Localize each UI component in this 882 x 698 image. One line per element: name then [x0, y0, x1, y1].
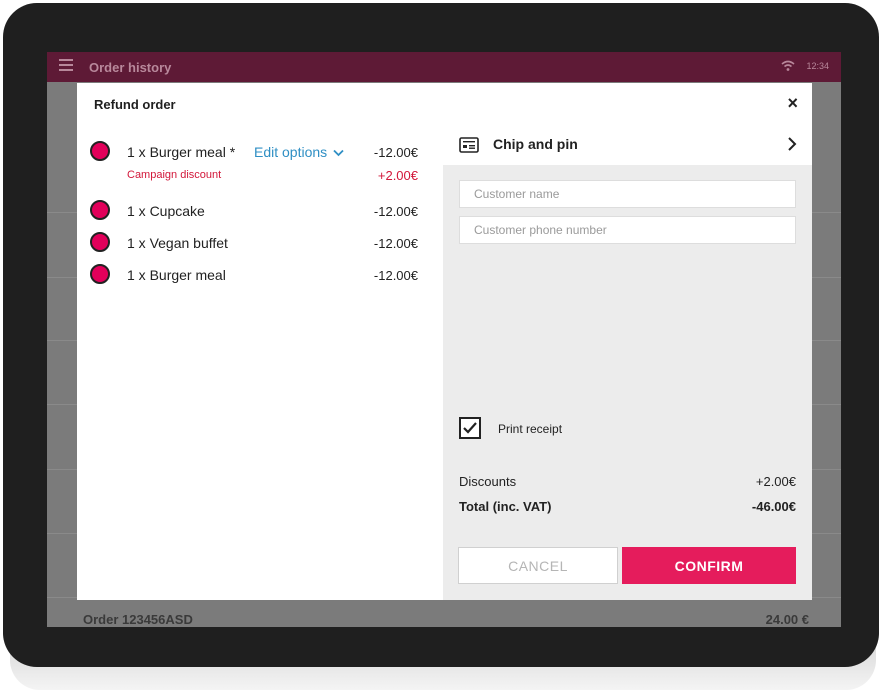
item-price: -12.00€ [373, 236, 418, 251]
item-price: -12.00€ [373, 204, 418, 219]
print-receipt-checkbox[interactable] [459, 417, 481, 439]
edit-options-label: Edit options [254, 144, 328, 160]
close-icon[interactable]: × [787, 94, 798, 112]
clock-time: 12:34 [806, 61, 829, 71]
item-label: 1 x Burger meal [127, 267, 226, 283]
item-select-radio[interactable] [90, 141, 110, 161]
cancel-button[interactable]: CANCEL [458, 547, 618, 584]
item-label: 1 x Vegan buffet [127, 235, 228, 251]
order-items-list: 1 x Burger meal * Edit options -12.00€ C… [77, 125, 443, 600]
chevron-down-icon [333, 150, 344, 157]
wifi-icon [781, 60, 795, 71]
list-item[interactable]: 1 x Vegan buffet -12.00€ [77, 232, 443, 256]
checkmark-icon [463, 422, 477, 434]
discounts-value: +2.00€ [755, 474, 796, 489]
payment-panel: Chip and pin Print receipt Discounts +2.… [443, 125, 812, 600]
item-select-radio[interactable] [90, 232, 110, 252]
discounts-label: Discounts [459, 474, 517, 489]
list-item[interactable]: 1 x Cupcake -12.00€ [77, 200, 443, 224]
total-label: Total (inc. VAT) [459, 499, 552, 514]
item-select-radio[interactable] [90, 200, 110, 220]
tablet-frame: Order history 12:34 Order 123456ASD 24.0… [3, 3, 879, 667]
app-bar-title: Order history [89, 60, 172, 75]
customer-name-input[interactable] [459, 180, 796, 208]
item-label: 1 x Cupcake [127, 203, 205, 219]
chevron-right-icon [788, 137, 797, 151]
total-value: -46.00€ [751, 499, 796, 514]
item-label: 1 x Burger meal * [127, 144, 236, 160]
payment-method-label: Chip and pin [493, 136, 578, 152]
hamburger-menu-icon[interactable] [59, 59, 73, 75]
card-reader-icon [459, 137, 479, 153]
background-order-amount: 24.00 € [765, 612, 809, 627]
background-order-label: Order 123456ASD [83, 612, 193, 627]
item-select-radio[interactable] [90, 264, 110, 284]
print-receipt-label: Print receipt [498, 422, 563, 436]
item-price: -12.00€ [373, 268, 418, 283]
item-price: -12.00€ [373, 145, 418, 160]
campaign-discount-label: Campaign discount [127, 169, 222, 181]
campaign-discount-price: +2.00€ [377, 168, 418, 183]
payment-method-selector[interactable]: Chip and pin [443, 125, 812, 165]
screen: Order history 12:34 Order 123456ASD 24.0… [47, 52, 841, 627]
edit-options-link[interactable]: Edit options [254, 144, 344, 160]
customer-phone-input[interactable] [459, 216, 796, 244]
refund-order-dialog: Refund order × 1 x Burger meal * Edit op… [77, 83, 812, 600]
confirm-button[interactable]: CONFIRM [622, 547, 796, 584]
dialog-title: Refund order [94, 97, 176, 112]
list-item[interactable]: 1 x Burger meal * Edit options -12.00€ [77, 141, 443, 165]
list-item[interactable]: 1 x Burger meal -12.00€ [77, 264, 443, 288]
app-bar: Order history 12:34 [47, 52, 841, 82]
